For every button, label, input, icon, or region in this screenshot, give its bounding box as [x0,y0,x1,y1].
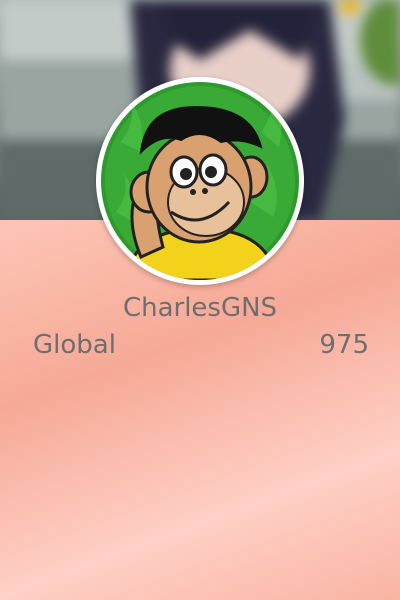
avatar[interactable] [101,82,299,280]
monkey-avatar-icon [101,82,299,280]
scope-label: Global [33,330,116,360]
rank-value: 975 [319,330,369,360]
global-rank-row: Global 975 [33,330,369,360]
avatar-frame [96,77,304,285]
profile-card: CharlesGNS Global 975 [0,0,400,600]
username: CharlesGNS [122,293,278,323]
